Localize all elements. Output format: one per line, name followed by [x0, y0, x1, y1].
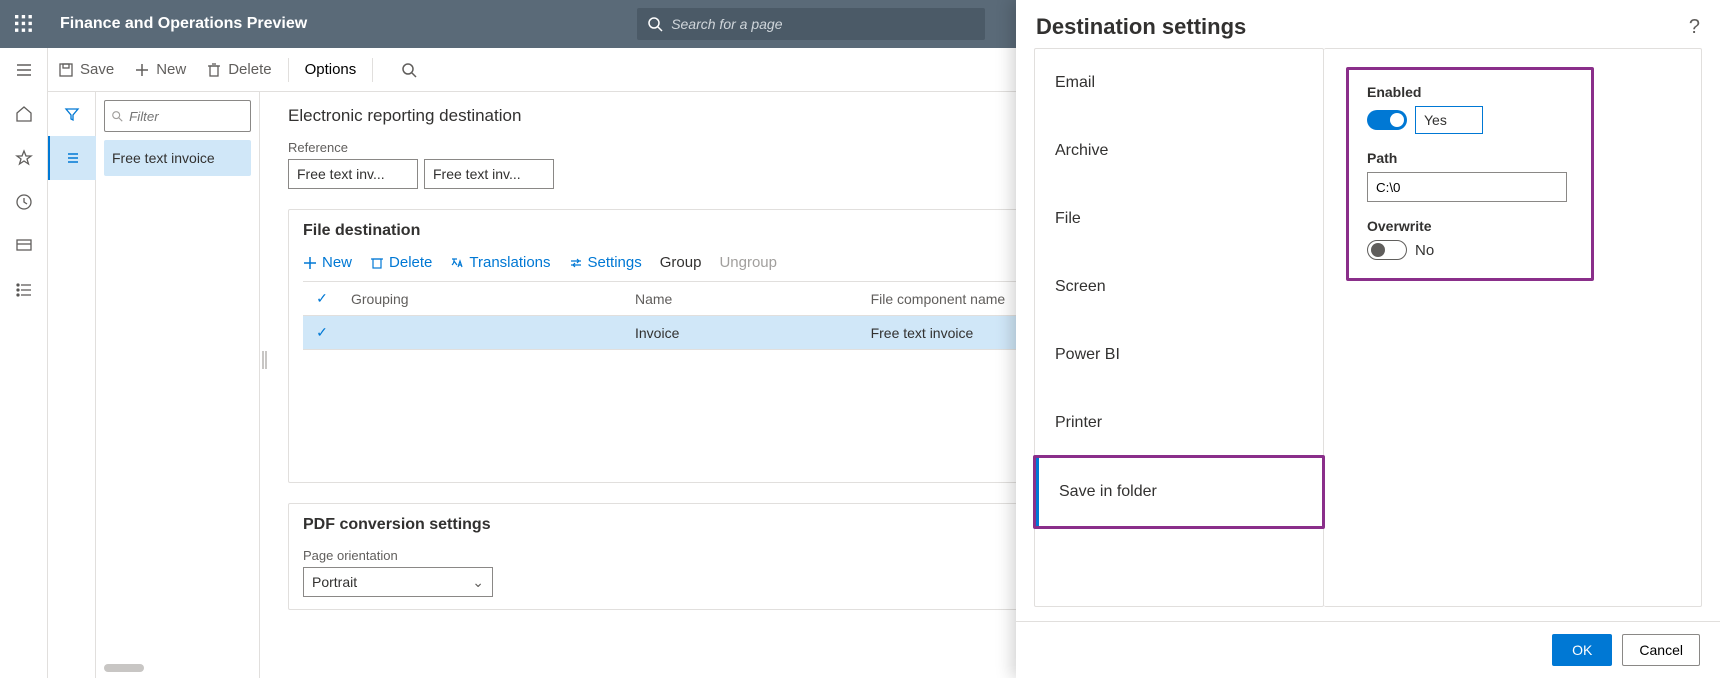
ok-button[interactable]: OK	[1552, 634, 1612, 666]
star-icon[interactable]	[0, 136, 48, 180]
workspace-icon[interactable]	[0, 224, 48, 268]
nav-item-free-text-invoice[interactable]: Free text invoice	[104, 140, 251, 176]
clock-icon[interactable]	[0, 180, 48, 224]
separator	[288, 58, 289, 82]
splitter-handle[interactable]	[260, 339, 266, 381]
new-label: New	[156, 61, 186, 78]
overwrite-value: No	[1415, 242, 1434, 259]
grid-new-button[interactable]: New	[303, 254, 352, 271]
cancel-button[interactable]: Cancel	[1622, 634, 1700, 666]
cell-name[interactable]: Invoice	[625, 316, 861, 350]
hamburger-icon[interactable]	[0, 48, 48, 92]
grid-group-button[interactable]: Group	[660, 254, 702, 271]
options-label: Options	[305, 61, 357, 78]
app-title: Finance and Operations Preview	[60, 15, 307, 33]
cell-grouping[interactable]	[341, 316, 625, 350]
overwrite-toggle[interactable]	[1367, 240, 1407, 260]
tab-screen[interactable]: Screen	[1035, 253, 1323, 321]
global-search[interactable]	[637, 8, 985, 40]
col-checkbox[interactable]: ✓	[303, 282, 341, 316]
reference-value-0[interactable]: Free text inv...	[288, 159, 418, 189]
funnel-icon[interactable]	[48, 92, 96, 136]
global-search-input[interactable]	[671, 16, 975, 32]
save-label: Save	[80, 61, 114, 78]
reference-value-1[interactable]: Free text inv...	[424, 159, 554, 189]
tab-power-bi[interactable]: Power BI	[1035, 321, 1323, 389]
delete-button[interactable]: Delete	[196, 48, 281, 92]
path-label: Path	[1367, 150, 1573, 166]
filter-input[interactable]	[129, 109, 244, 124]
enabled-toggle[interactable]	[1367, 110, 1407, 130]
page-orientation-select[interactable]: Portrait ⌄	[303, 567, 493, 597]
grid-delete-button[interactable]: Delete	[370, 254, 432, 271]
home-icon[interactable]	[0, 92, 48, 136]
tab-save-in-folder[interactable]: Save in folder	[1036, 458, 1322, 526]
lines-icon[interactable]	[48, 136, 96, 180]
options-button[interactable]: Options	[295, 48, 367, 92]
tab-email[interactable]: Email	[1035, 49, 1323, 117]
enabled-label: Enabled	[1367, 84, 1573, 100]
panel-title: Destination settings	[1036, 14, 1246, 40]
grid-ungroup-button: Ungroup	[719, 254, 777, 271]
nav-item-label: Free text invoice	[112, 150, 215, 166]
save-button[interactable]: Save	[48, 48, 124, 92]
delete-label: Delete	[228, 61, 271, 78]
tab-file[interactable]: File	[1035, 185, 1323, 253]
enabled-value[interactable]: Yes	[1415, 106, 1483, 134]
grid-settings-button[interactable]: Settings	[569, 254, 642, 271]
tab-archive[interactable]: Archive	[1035, 117, 1323, 185]
col-name[interactable]: Name	[625, 282, 861, 316]
row-check-icon[interactable]: ✓	[316, 324, 328, 340]
waffle-menu[interactable]	[0, 0, 48, 48]
list-icon[interactable]	[0, 268, 48, 312]
chevron-down-icon: ⌄	[472, 574, 484, 591]
col-grouping[interactable]: Grouping	[341, 282, 625, 316]
destination-settings-panel: Destination settings ? Email Archive Fil…	[1016, 0, 1720, 678]
help-icon[interactable]: ?	[1689, 16, 1700, 39]
new-button[interactable]: New	[124, 48, 196, 92]
filter-input-wrap[interactable]	[104, 100, 251, 132]
tab-printer[interactable]: Printer	[1035, 389, 1323, 457]
overwrite-label: Overwrite	[1367, 218, 1573, 234]
separator	[372, 58, 373, 82]
scrollbar-thumb[interactable]	[104, 664, 144, 672]
path-input[interactable]	[1367, 172, 1567, 202]
grid-translations-button[interactable]: Translations	[450, 254, 550, 271]
page-search-icon[interactable]	[391, 48, 433, 92]
